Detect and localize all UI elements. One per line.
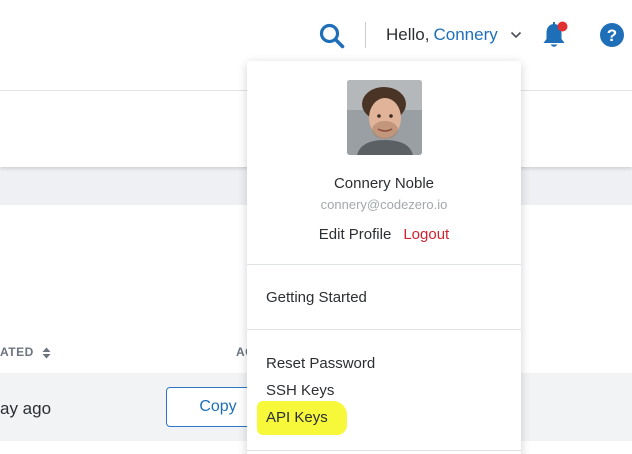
svg-text:?: ?: [607, 26, 617, 45]
search-button[interactable]: [318, 22, 346, 50]
user-dropdown-menu: Connery Noble connery@codezero.io Edit P…: [247, 61, 521, 454]
help-button[interactable]: ?: [599, 22, 625, 48]
chevron-down-icon[interactable]: [510, 30, 522, 40]
edit-profile-link[interactable]: Edit Profile: [319, 226, 392, 243]
row-created-time: ay ago: [0, 399, 52, 418]
avatar-photo: [347, 80, 422, 155]
greeting-prefix: Hello,: [386, 25, 430, 44]
menu-divider: [247, 450, 521, 451]
user-menu-toggle[interactable]: Hello, Connery: [386, 25, 498, 45]
profile-email: connery@codezero.io: [320, 197, 448, 212]
menu-item-reset-password[interactable]: Reset Password: [266, 355, 375, 372]
menu-item-api-keys[interactable]: API Keys: [266, 409, 328, 426]
avatar: [347, 80, 422, 155]
greeting-user-name: Connery: [433, 25, 498, 44]
menu-divider: [247, 329, 521, 330]
column-header-label: ATED: [0, 345, 34, 359]
notifications-button[interactable]: [541, 20, 569, 50]
help-icon: ?: [600, 23, 624, 47]
menu-divider: [247, 264, 521, 265]
logout-link[interactable]: Logout: [403, 226, 449, 243]
header-divider: [365, 22, 366, 48]
notification-dot: [557, 21, 568, 32]
profile-actions: Edit Profile Logout: [247, 226, 521, 243]
menu-item-getting-started[interactable]: Getting Started: [266, 289, 367, 306]
column-header-created[interactable]: ATED: [0, 345, 51, 359]
bell-icon: [543, 21, 568, 47]
profile-name: Connery Noble: [333, 175, 435, 192]
page: Hello, Connery ? ATED AC ay ago Copy Con…: [0, 0, 632, 454]
menu-item-ssh-keys[interactable]: SSH Keys: [266, 382, 334, 399]
search-icon: [319, 23, 345, 49]
sort-icon: [42, 347, 51, 359]
